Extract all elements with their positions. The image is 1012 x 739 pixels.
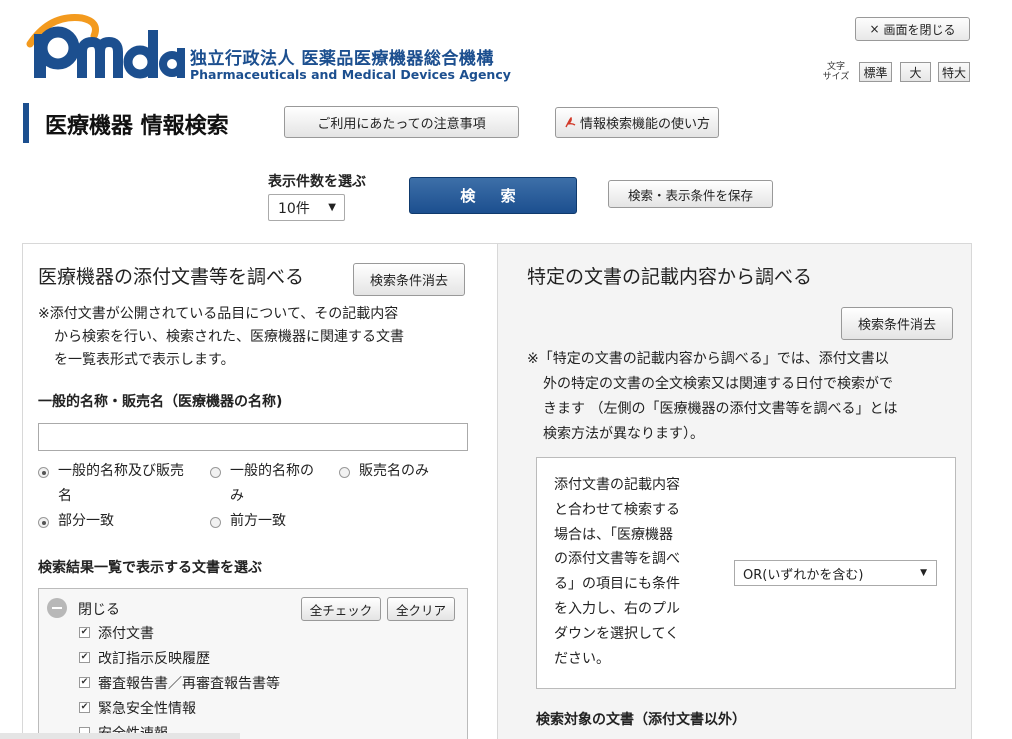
font-size-label: 文字 サイズ [822, 62, 850, 82]
search-button[interactable]: 検 索 [409, 177, 577, 214]
right-panel-note: ※「特定の文書の記載内容から調べる」では、添付文書以 外の特定の文書の全文検索又… [527, 347, 897, 447]
scrollbar-track[interactable] [0, 733, 240, 739]
left-clear-conditions-button[interactable]: 検索条件消去 [353, 263, 465, 296]
note-line: 検索方法が異なります）。 [543, 426, 704, 442]
radio-sales-only-label: 販売名のみ [359, 463, 429, 479]
left-panel-note: ※添付文書が公開されている品目について、その記載内容 から検索を行い、検索された… [38, 303, 404, 372]
pdf-icon [565, 116, 576, 127]
doc-checkbox-package-insert[interactable]: ✔ [79, 627, 90, 638]
radio-general-and-sales-label: 一般的名称及び販売 名 [58, 459, 184, 509]
agency-name-jp: 独立行政法人 医薬品医療機器総合機構 [190, 49, 494, 69]
device-name-input[interactable] [38, 423, 468, 451]
box-line: の添付文書等を調べ [554, 551, 680, 568]
display-count-label: 表示件数を選ぶ [268, 174, 366, 190]
radio-partial-match[interactable] [38, 517, 49, 528]
save-conditions-button[interactable]: 検索・表示条件を保存 [608, 180, 773, 208]
doc-checkbox-label: 審査報告書／再審査報告書等 [98, 676, 280, 692]
radio-general-only-label: 一般的名称の み [230, 459, 314, 509]
note-line: ※「特定の文書の記載内容から調べる」では、添付文書以 [527, 351, 889, 367]
combined-search-note: 添付文書の記載内容 と合わせて検索する 場合は、「医療機器 の添付文書等を調べ … [554, 473, 680, 671]
note-line: を一覧表形式で表示します。 [54, 352, 235, 368]
doc-checkbox-emergency-info[interactable]: ✔ [79, 702, 90, 713]
pmda-logo [26, 14, 185, 79]
font-size-normal-button[interactable]: 標準 [859, 62, 892, 82]
doc-checkbox-label: 緊急安全性情報 [98, 701, 196, 717]
radio-label-line: 一般的名称の [230, 463, 314, 479]
note-line: 外の特定の文書の全文検索又は関連する日付で検索がで [543, 376, 893, 392]
doc-checkbox-revision-history[interactable]: ✔ [79, 652, 90, 663]
box-line: を入力し、右のプル [554, 600, 680, 617]
display-count-value: 10件 [278, 200, 310, 217]
howto-button[interactable]: 情報検索機能の使い方 [555, 107, 719, 138]
check-all-button[interactable]: 全チェック [301, 597, 381, 621]
doc-checkbox-label: 改訂指示反映履歴 [98, 651, 210, 667]
radio-label-line: 名 [58, 488, 72, 504]
box-line: ださい。 [554, 650, 610, 667]
dropdown-arrow-icon: ▼ [328, 202, 336, 213]
note-line: ※添付文書が公開されている品目について、その記載内容 [38, 306, 399, 322]
radio-sales-only[interactable] [339, 467, 350, 478]
radio-prefix-match-label: 前方一致 [230, 513, 286, 529]
font-size-large-button[interactable]: 大 [900, 62, 931, 82]
radio-label-line: み [230, 488, 244, 504]
and-or-select[interactable]: OR(いずれかを含む) ▼ [734, 560, 937, 586]
radio-label-line: 一般的名称及び販売 [58, 463, 184, 479]
title-accent-bar [23, 103, 29, 143]
right-panel-heading: 特定の文書の記載内容から調べる [527, 266, 813, 288]
box-line: 添付文書の記載内容 [554, 477, 680, 493]
agency-name-en: Pharmaceuticals and Medical Devices Agen… [190, 67, 511, 82]
note-line: きます （左側の「医療機器の添付文書等を調べる」とは [543, 401, 898, 417]
target-document-heading: 検索対象の文書（添付文書以外） [536, 712, 746, 728]
howto-label: 情報検索機能の使い方 [579, 117, 710, 132]
box-line: る」の項目にも条件 [554, 576, 680, 593]
note-line: から検索を行い、検索された、医療機器に関連する文書 [54, 329, 404, 345]
collapse-label[interactable]: 閉じる [78, 599, 120, 619]
collapse-icon[interactable] [47, 598, 67, 618]
document-select-heading: 検索結果一覧で表示する文書を選ぶ [38, 560, 262, 576]
doc-checkbox-label: 添付文書 [98, 626, 154, 642]
and-or-select-value: OR(いずれかを含む) [743, 567, 864, 583]
dropdown-arrow-icon: ▼ [920, 568, 927, 578]
box-line: ダウンを選択してく [554, 625, 680, 642]
box-line: 場合は、「医療機器 [554, 526, 673, 543]
radio-general-and-sales[interactable] [38, 467, 49, 478]
close-window-label: 画面を閉じる [883, 22, 956, 37]
close-icon: × [869, 22, 880, 36]
right-clear-conditions-button[interactable]: 検索条件消去 [841, 307, 953, 340]
radio-general-only[interactable] [210, 467, 221, 478]
device-name-heading: 一般的名称・販売名（医療機器の名称) [38, 394, 283, 410]
doc-checkbox-review-report[interactable]: ✔ [79, 677, 90, 688]
close-window-button[interactable]: × 画面を閉じる [855, 17, 970, 41]
left-panel-heading: 医療機器の添付文書等を調べる [38, 266, 305, 288]
display-count-select[interactable]: 10件 ▼ [268, 194, 345, 221]
clear-all-button[interactable]: 全クリア [387, 597, 455, 621]
radio-partial-match-label: 部分一致 [58, 513, 114, 529]
page-title: 医療機器 情報検索 [45, 114, 229, 139]
radio-prefix-match[interactable] [210, 517, 221, 528]
usage-notice-button[interactable]: ご利用にあたっての注意事項 [284, 106, 519, 138]
box-line: と合わせて検索する [554, 501, 680, 518]
font-size-xlarge-button[interactable]: 特大 [938, 62, 970, 82]
